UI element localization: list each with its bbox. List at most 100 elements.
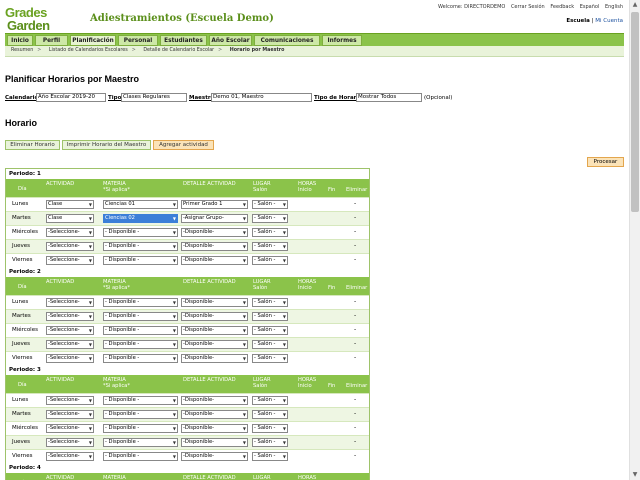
delete-placeholder: - — [354, 256, 357, 263]
add-activity-button[interactable]: Agregar actividad — [153, 140, 214, 150]
subject-select[interactable]: - Disponible - ▼ — [103, 438, 178, 447]
activity-select[interactable]: -Seleccione- ▼ — [46, 312, 94, 321]
activity-select[interactable]: -Seleccione- ▼ — [46, 424, 94, 433]
delete-schedule-button[interactable]: Eliminar Horario — [5, 140, 60, 150]
subject-select[interactable]: - Disponible - ▼ — [103, 242, 178, 251]
subject-select[interactable]: - Disponible - ▼ — [103, 340, 178, 349]
activity-select[interactable]: -Seleccione- ▼ — [46, 396, 94, 405]
scrollbar-thumb[interactable] — [631, 12, 639, 212]
room-select[interactable]: - Salón - ▼ — [252, 298, 288, 307]
tab-informes[interactable]: Informes — [322, 35, 362, 46]
room-select[interactable]: - Salón - ▼ — [252, 424, 288, 433]
calendar-label[interactable]: Calendario — [5, 95, 38, 101]
tab-ano-escolar[interactable]: Año Escolar — [209, 35, 252, 46]
subject-select[interactable]: - Disponible - ▼ — [103, 326, 178, 335]
chevron-down-icon: ▼ — [282, 202, 286, 207]
activity-select[interactable]: -Seleccione- ▼ — [46, 452, 94, 461]
activity-select[interactable]: -Seleccione- ▼ — [46, 242, 94, 251]
breadcrumb-item[interactable]: Detalle de Calendario Escolar — [143, 48, 214, 53]
room-select[interactable]: - Salón - ▼ — [252, 438, 288, 447]
room-select[interactable]: - Salón - ▼ — [252, 340, 288, 349]
chevron-down-icon: ▼ — [172, 244, 176, 249]
schedule-type-select[interactable]: Mostrar Todos — [356, 93, 422, 102]
scroll-up-icon[interactable]: ▲ — [630, 0, 640, 10]
activity-select[interactable]: -Seleccione- ▼ — [46, 354, 94, 363]
subject-select[interactable]: - Disponible - ▼ — [103, 256, 178, 265]
room-select[interactable]: - Salón - ▼ — [252, 242, 288, 251]
detail-select[interactable]: -Disponible- ▼ — [181, 256, 248, 265]
room-select[interactable]: - Salón - ▼ — [252, 312, 288, 321]
detail-select[interactable]: -Disponible- ▼ — [181, 312, 248, 321]
detail-select[interactable]: -Asignar Grupo- ▼ — [181, 214, 248, 223]
room-select[interactable]: - Salón - ▼ — [252, 354, 288, 363]
subject-select[interactable]: - Disponible - ▼ — [103, 312, 178, 321]
type-select[interactable]: Clases Regulares — [121, 93, 187, 102]
tab-personal[interactable]: Personal — [118, 35, 158, 46]
detail-select[interactable]: -Disponible- ▼ — [181, 410, 248, 419]
calendar-select[interactable]: Año Escolar 2019-20 — [36, 93, 106, 102]
account-link[interactable]: Mi Cuenta — [595, 18, 623, 24]
room-select[interactable]: - Salón - ▼ — [252, 452, 288, 461]
vertical-scrollbar[interactable]: ▲ ▼ — [629, 0, 640, 480]
activity-select[interactable]: Clase ▼ — [46, 214, 94, 223]
tab-planificacion[interactable]: Planificación — [70, 35, 116, 46]
schedule-type-label[interactable]: Tipo de Horario — [314, 95, 362, 101]
activity-select[interactable]: -Seleccione- ▼ — [46, 256, 94, 265]
activity-select[interactable]: -Seleccione- ▼ — [46, 298, 94, 307]
room-select[interactable]: - Salón - ▼ — [252, 396, 288, 405]
subject-select[interactable]: - Disponible - ▼ — [103, 354, 178, 363]
detail-select[interactable]: -Disponible- ▼ — [181, 452, 248, 461]
activity-select-value: -Seleccione- — [48, 229, 80, 235]
tab-estudiantes[interactable]: Estudiantes — [160, 35, 207, 46]
room-select[interactable]: - Salón - ▼ — [252, 228, 288, 237]
detail-select[interactable]: -Disponible- ▼ — [181, 326, 248, 335]
detail-select[interactable]: -Disponible- ▼ — [181, 298, 248, 307]
breadcrumb-item[interactable]: Listado de Calendarios Escolares — [49, 48, 128, 53]
subject-select[interactable]: - Disponible - ▼ — [103, 228, 178, 237]
room-select[interactable]: - Salón - ▼ — [252, 256, 288, 265]
scroll-down-icon[interactable]: ▼ — [630, 470, 640, 480]
subject-select[interactable]: - Disponible - ▼ — [103, 410, 178, 419]
spanish-link[interactable]: Español — [580, 4, 600, 10]
activity-select[interactable]: Clase ▼ — [46, 200, 94, 209]
chevron-down-icon: ▼ — [88, 356, 92, 361]
activity-select[interactable]: -Seleccione- ▼ — [46, 228, 94, 237]
school-link[interactable]: Escuela — [566, 18, 590, 24]
detail-select[interactable]: -Disponible- ▼ — [181, 354, 248, 363]
room-select[interactable]: - Salón - ▼ — [252, 410, 288, 419]
detail-select[interactable]: -Disponible- ▼ — [181, 438, 248, 447]
tab-perfil[interactable]: Perfil — [35, 35, 68, 46]
detail-select[interactable]: -Disponible- ▼ — [181, 396, 248, 405]
print-schedule-button[interactable]: Imprimir Horario del Maestro — [62, 140, 151, 150]
teacher-select[interactable]: Demo 01, Maestro — [211, 93, 312, 102]
room-select[interactable]: - Salón - ▼ — [252, 326, 288, 335]
type-label[interactable]: Tipo — [108, 95, 121, 101]
feedback-link[interactable]: Feedback — [550, 4, 574, 10]
detail-select[interactable]: -Disponible- ▼ — [181, 424, 248, 433]
subject-select[interactable]: - Disponible - ▼ — [103, 452, 178, 461]
subject-select[interactable]: Ciencias 02 ▼ — [103, 214, 178, 223]
grades-garden-logo[interactable]: Grades Garden — [5, 5, 85, 33]
tab-comunicaciones[interactable]: Comunicaciones — [254, 35, 320, 46]
subject-select[interactable]: - Disponible - ▼ — [103, 396, 178, 405]
english-link[interactable]: English — [605, 4, 623, 10]
room-select[interactable]: - Salón - ▼ — [252, 214, 288, 223]
tab-inicio[interactable]: Inicio — [7, 35, 33, 46]
activity-select[interactable]: -Seleccione- ▼ — [46, 438, 94, 447]
subject-select-value: - Disponible - — [105, 313, 140, 319]
subject-select[interactable]: - Disponible - ▼ — [103, 424, 178, 433]
logout-link[interactable]: Cerrar Sesión — [511, 4, 545, 10]
detail-select[interactable]: -Disponible- ▼ — [181, 340, 248, 349]
subject-select[interactable]: - Disponible - ▼ — [103, 298, 178, 307]
detail-select[interactable]: Primer Grado 1 ▼ — [181, 200, 248, 209]
table-header: DíaACTIVIDADMATERIA*Si aplica*DETALLE AC… — [6, 277, 369, 295]
room-select[interactable]: - Salón - ▼ — [252, 200, 288, 209]
activity-select[interactable]: -Seleccione- ▼ — [46, 340, 94, 349]
activity-select[interactable]: -Seleccione- ▼ — [46, 326, 94, 335]
activity-select[interactable]: -Seleccione- ▼ — [46, 410, 94, 419]
detail-select[interactable]: -Disponible- ▼ — [181, 242, 248, 251]
breadcrumb-item[interactable]: Resumen — [11, 48, 33, 53]
process-button[interactable]: Procesar — [587, 157, 624, 167]
subject-select[interactable]: Ciencias 01 ▼ — [103, 200, 178, 209]
detail-select[interactable]: -Disponible- ▼ — [181, 228, 248, 237]
